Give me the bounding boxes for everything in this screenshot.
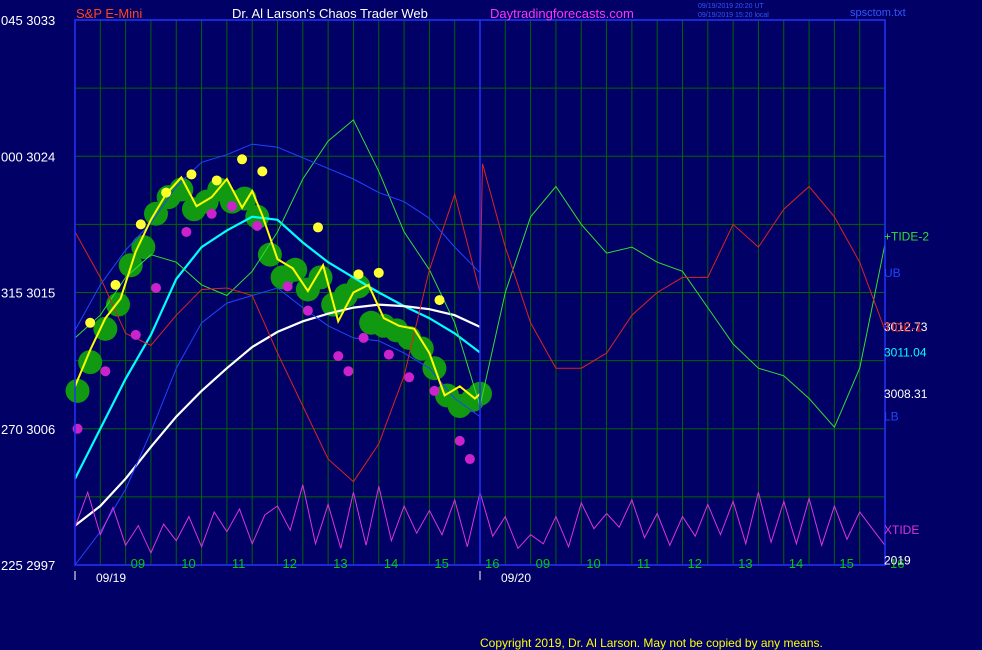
signal-dot-low	[404, 372, 415, 383]
timestamp-utc: 09/19/2019 20:20 UT	[698, 3, 764, 10]
y-tick-label: 315 3015	[1, 286, 55, 301]
signal-dot-low	[252, 220, 263, 231]
y-tick-label: 000 3024	[1, 149, 55, 164]
signal-glow	[283, 257, 308, 282]
right-label: TIDE-1	[884, 320, 922, 334]
site-title: Dr. Al Larson's Chaos Trader Web	[232, 6, 428, 21]
right-label: LB	[884, 410, 899, 424]
y-tick-label: 045 3033	[1, 13, 55, 28]
signal-dot-low	[358, 332, 369, 343]
x-tick-label: 11	[637, 556, 651, 571]
signal-dot-high	[135, 219, 146, 230]
x-tick-label: 12	[283, 556, 297, 571]
x-tick-label: 14	[384, 556, 398, 571]
signal-dot-low	[464, 454, 475, 465]
x-tick-label: 13	[738, 556, 752, 571]
signal-dot-low	[226, 201, 237, 212]
right-label: 3011.04	[884, 345, 927, 359]
x-tick-label: 13	[333, 556, 347, 571]
x-tick-label: 11	[232, 556, 246, 571]
signal-dot-low	[383, 349, 394, 360]
signal-dot-high	[85, 317, 96, 328]
right-label: 2019	[884, 553, 911, 567]
signal-glow	[257, 242, 282, 267]
right-label: XTIDE	[884, 523, 919, 537]
signal-dot-low	[333, 351, 344, 362]
x-tick-label: 10	[181, 556, 195, 571]
timestamp-local: 09/19/2019 15:20 local	[698, 12, 769, 19]
signal-dot-high	[237, 154, 248, 165]
signal-dot-low	[130, 329, 141, 340]
x-tick-label: 15	[434, 556, 448, 571]
x-tick-label: 09	[536, 556, 550, 571]
x-tick-label: 10	[586, 556, 600, 571]
copyright: Copyright 2019, Dr. Al Larson. May not b…	[480, 636, 823, 650]
signal-dot-low	[72, 423, 83, 434]
signal-dot-high	[373, 267, 384, 278]
x-tick-label: 14	[789, 556, 803, 571]
x-tick-label: 16	[485, 556, 499, 571]
signal-dot-low	[429, 385, 440, 396]
y-tick-label: 270 3006	[1, 422, 55, 437]
right-label: +TIDE-2	[884, 229, 929, 243]
signal-dot-low	[454, 435, 465, 446]
chart: 045 3033 000 3024 315 3015 270 3006 225 2997…	[0, 0, 982, 650]
signal-dot-low	[206, 208, 217, 219]
signal-dot-high	[313, 222, 323, 233]
signal-dot-low	[151, 282, 161, 293]
right-label: UB	[884, 266, 901, 280]
signal-dot-high	[353, 269, 364, 280]
signal-dot-low	[181, 226, 192, 237]
x-tick-label: 12	[688, 556, 702, 571]
data-file-name: spsctom.txt	[850, 7, 906, 19]
x-tick-label: 15	[839, 556, 853, 571]
signal-dot-high	[434, 295, 445, 306]
signal-dot-low	[100, 366, 111, 377]
signal-dot-high	[186, 169, 197, 180]
date-label: 09/20	[501, 571, 531, 585]
signal-dot-high	[211, 175, 222, 186]
chart-title: S&P E-Mini	[76, 6, 142, 21]
signal-dot-high	[110, 279, 121, 290]
site-url[interactable]: Daytradingforecasts.com	[490, 6, 634, 21]
signal-dot-low	[343, 366, 354, 377]
signal-dot-high	[257, 166, 268, 177]
signal-dot-low	[282, 281, 293, 292]
date-label: 09/19	[96, 571, 126, 585]
y-tick-label: 225 2997	[1, 558, 55, 573]
signal-dot-low	[302, 305, 313, 316]
x-tick-label: 09	[131, 556, 145, 571]
right-label: 3008.31	[884, 387, 928, 401]
